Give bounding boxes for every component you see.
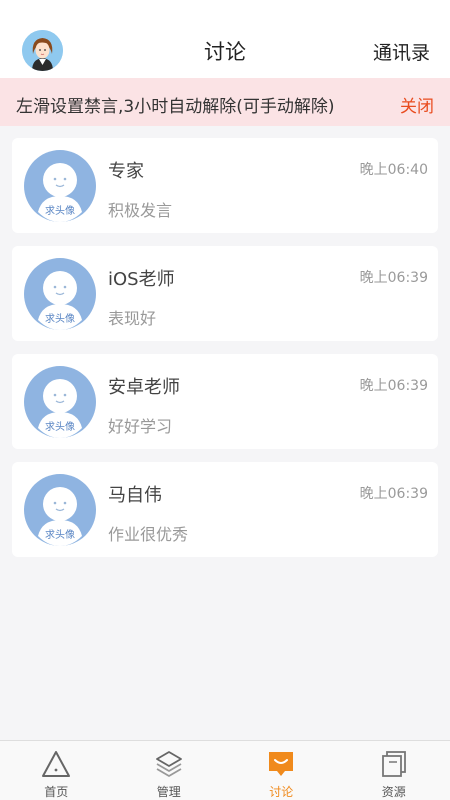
contact-name: 专家 (108, 161, 144, 182)
message-time: 晚上06:39 (359, 270, 428, 286)
triangle-home-icon (42, 751, 71, 777)
chat-bubble-icon (269, 752, 294, 776)
contact-name: 安卓老师 (108, 377, 180, 398)
message-time: 晚上06:39 (359, 378, 428, 394)
conversation-list: 求头像 专家 晚上06:40 积极发言 求头像 iOS老师 晚上06:39 表现… (12, 138, 438, 570)
last-message: 作业很优秀 (108, 525, 189, 544)
placeholder-avatar-icon: 求头像 (24, 474, 96, 546)
message-time: 晚上06:40 (359, 162, 428, 178)
tab-discussion[interactable]: 讨论 (225, 741, 338, 800)
contacts-button[interactable]: 通讯录 (373, 38, 430, 65)
tab-manage[interactable]: 管理 (113, 741, 226, 800)
placeholder-avatar-icon: 求头像 (24, 366, 96, 438)
avatar-caption: 求头像 (45, 421, 75, 433)
documents-icon (381, 751, 406, 777)
avatar-caption: 求头像 (45, 205, 75, 217)
conversation-item[interactable]: 求头像 马自伟 晚上06:39 作业很优秀 (12, 462, 438, 557)
top-bar: 讨论 通讯录 (0, 0, 450, 78)
message-time: 晚上06:39 (359, 486, 428, 502)
tab-label: 讨论 (269, 785, 294, 799)
contact-name: 马自伟 (108, 485, 162, 506)
last-message: 积极发言 (108, 201, 173, 220)
conversation-item[interactable]: 求头像 iOS老师 晚上06:39 表现好 (12, 246, 438, 341)
app-root: 讨论 通讯录 左滑设置禁言,3小时自动解除(可手动解除) 关闭 求头像 专家 晚… (0, 0, 450, 800)
avatar-caption: 求头像 (45, 313, 75, 325)
tab-label: 管理 (156, 785, 181, 799)
close-notice-button[interactable]: 关闭 (400, 92, 434, 117)
conversation-item[interactable]: 求头像 安卓老师 晚上06:39 好好学习 (12, 354, 438, 449)
contact-name: iOS老师 (108, 269, 175, 290)
conversation-item[interactable]: 求头像 专家 晚上06:40 积极发言 (12, 138, 438, 233)
bottom-tab-bar: 首页 管理 讨论 资源 (0, 740, 450, 800)
avatar-caption: 求头像 (45, 529, 75, 541)
last-message: 表现好 (108, 309, 157, 328)
tab-label: 首页 (44, 785, 69, 799)
tab-resources[interactable]: 资源 (338, 741, 450, 800)
tab-label: 资源 (381, 785, 406, 799)
notice-text: 左滑设置禁言,3小时自动解除(可手动解除) (16, 97, 335, 117)
tab-home[interactable]: 首页 (0, 741, 113, 800)
layers-icon (155, 751, 182, 777)
placeholder-avatar-icon: 求头像 (24, 258, 96, 330)
mute-notice-banner: 左滑设置禁言,3小时自动解除(可手动解除) 关闭 (0, 78, 450, 126)
placeholder-avatar-icon: 求头像 (24, 150, 96, 222)
last-message: 好好学习 (108, 417, 173, 436)
